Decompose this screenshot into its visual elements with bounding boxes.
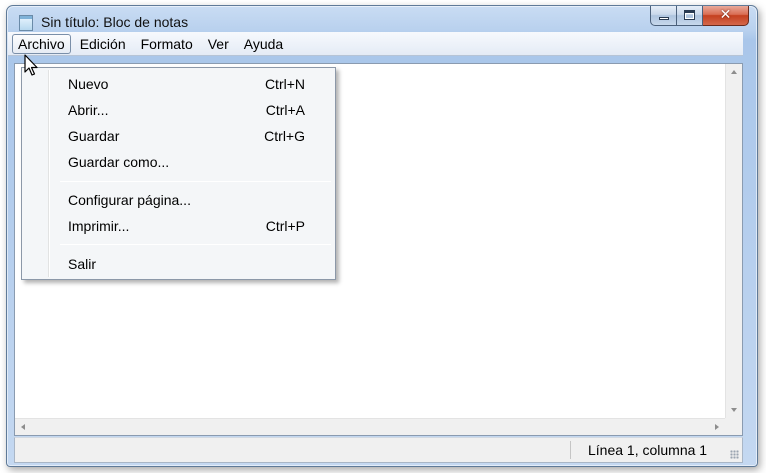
menu-ayuda[interactable]: Ayuda bbox=[238, 34, 289, 54]
maximize-icon bbox=[684, 10, 695, 20]
menu-ver[interactable]: Ver bbox=[202, 34, 235, 54]
window-title: Sin título: Bloc de notas bbox=[41, 14, 189, 30]
menu-bar: Archivo Edición Formato Ver Ayuda bbox=[8, 32, 743, 56]
menu-separator bbox=[60, 181, 331, 182]
menu-item-shortcut: Ctrl+P bbox=[265, 218, 305, 234]
menu-archivo[interactable]: Archivo bbox=[12, 33, 71, 54]
menu-item-label: Salir bbox=[68, 256, 97, 272]
maximize-button[interactable] bbox=[677, 6, 703, 26]
menu-item-salir[interactable]: Salir bbox=[24, 251, 333, 275]
scrollbar-corner bbox=[725, 418, 742, 435]
file-menu-dropdown: Nuevo Ctrl+N Abrir... Ctrl+A Guardar Ctr… bbox=[21, 67, 336, 280]
caption-buttons: ✕ bbox=[650, 6, 749, 26]
menu-item-abrir[interactable]: Abrir... Ctrl+A bbox=[24, 97, 333, 121]
menu-item-guardar[interactable]: Guardar Ctrl+G bbox=[24, 123, 333, 147]
minimize-icon bbox=[659, 17, 669, 20]
menu-item-shortcut: Ctrl+A bbox=[265, 102, 305, 118]
scroll-left-icon[interactable] bbox=[21, 424, 25, 430]
menu-item-imprimir[interactable]: Imprimir... Ctrl+P bbox=[24, 213, 333, 237]
menu-item-label: Nuevo bbox=[68, 76, 109, 92]
menu-item-label: Imprimir... bbox=[68, 218, 130, 234]
close-icon: ✕ bbox=[719, 7, 732, 23]
minimize-button[interactable] bbox=[650, 6, 677, 26]
menu-item-shortcut: Ctrl+N bbox=[264, 76, 305, 92]
scroll-down-icon[interactable] bbox=[731, 408, 737, 412]
menu-item-configurar-pagina[interactable]: Configurar página... bbox=[24, 187, 333, 211]
scroll-right-icon[interactable] bbox=[715, 424, 719, 430]
menu-separator bbox=[60, 244, 331, 245]
vertical-scrollbar[interactable] bbox=[725, 64, 742, 418]
menu-edicion[interactable]: Edición bbox=[74, 34, 132, 54]
menu-item-guardar-como[interactable]: Guardar como... bbox=[24, 149, 333, 173]
menu-item-label: Guardar bbox=[68, 128, 120, 144]
menu-formato[interactable]: Formato bbox=[135, 34, 199, 54]
menu-item-label: Configurar página... bbox=[68, 192, 191, 208]
menu-item-shortcut: Ctrl+G bbox=[264, 128, 305, 144]
close-button[interactable]: ✕ bbox=[703, 6, 749, 26]
scroll-up-icon[interactable] bbox=[731, 70, 737, 74]
status-bar: Línea 1, columna 1 bbox=[14, 437, 743, 463]
resize-grip-icon[interactable] bbox=[730, 450, 739, 459]
horizontal-scrollbar[interactable] bbox=[15, 418, 725, 435]
status-separator bbox=[570, 441, 571, 459]
menu-item-label: Guardar como... bbox=[68, 154, 170, 170]
mouse-cursor-icon bbox=[24, 54, 38, 76]
cursor-position: Línea 1, columna 1 bbox=[588, 442, 708, 458]
menu-item-nuevo[interactable]: Nuevo Ctrl+N bbox=[24, 71, 333, 95]
notepad-app-icon[interactable] bbox=[19, 15, 33, 31]
menu-item-label: Abrir... bbox=[68, 102, 109, 118]
